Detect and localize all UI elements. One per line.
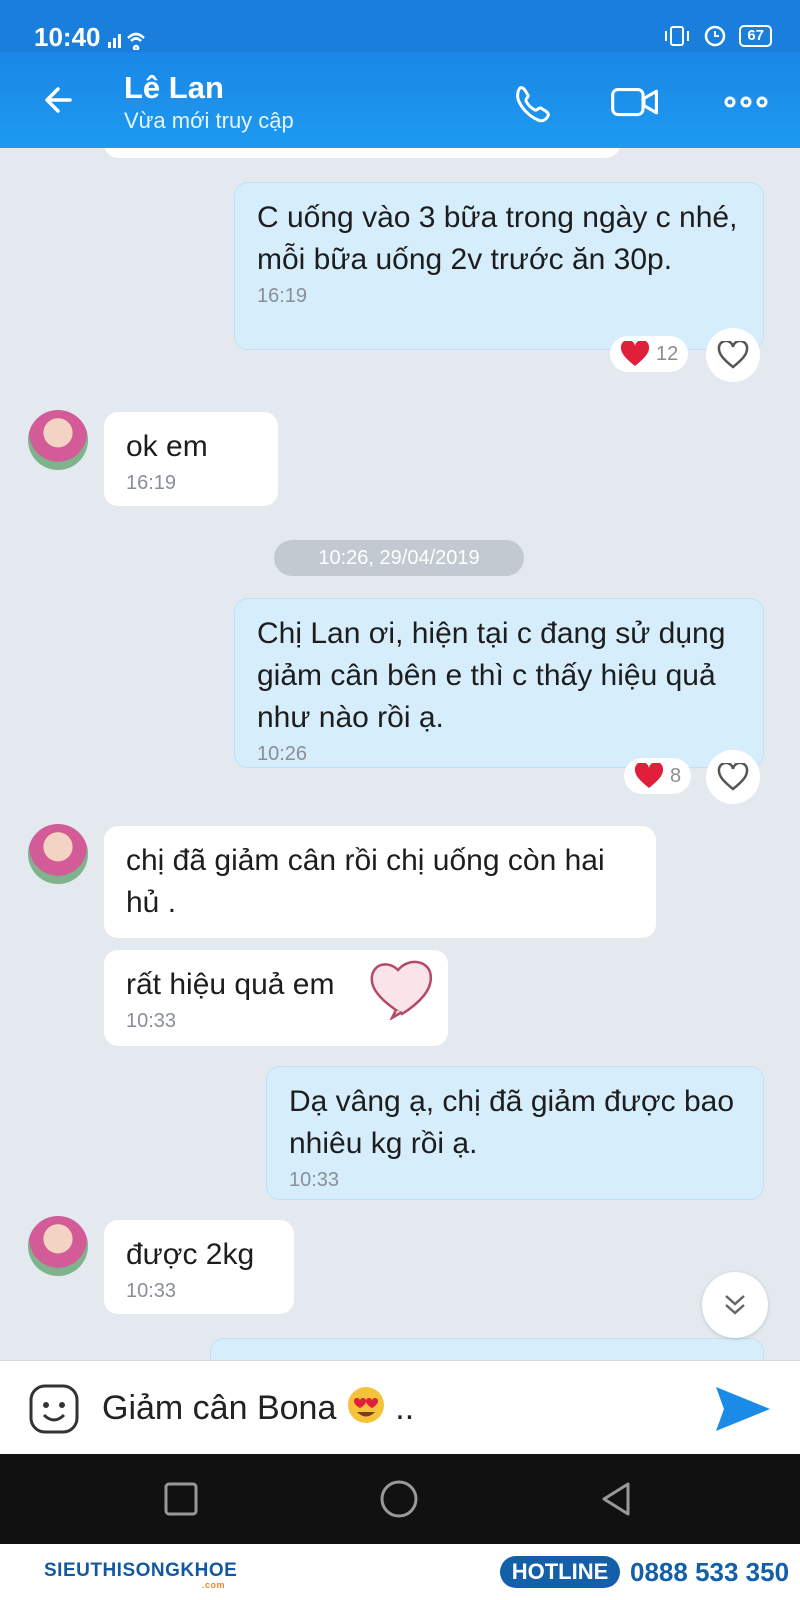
status-bar: 10:40 67 bbox=[0, 0, 800, 52]
like-button[interactable] bbox=[706, 750, 760, 804]
message-text: ok em bbox=[126, 430, 208, 463]
avatar[interactable] bbox=[28, 410, 88, 470]
brand-logo: SIEUTHISONGKHOE .com bbox=[44, 1560, 238, 1590]
system-nav-bar bbox=[0, 1454, 800, 1544]
message-text: rất hiệu quả em bbox=[126, 968, 335, 1001]
contact-name[interactable]: Lê Lan bbox=[124, 70, 224, 106]
message-bubble-outgoing[interactable]: Chị Lan ơi, hiện tại c đang sử dụng giảm… bbox=[234, 598, 764, 768]
more-options-icon[interactable] bbox=[722, 80, 772, 124]
message-time: 10:33 bbox=[126, 1280, 177, 1302]
reaction-count: 8 bbox=[670, 764, 682, 787]
back-arrow-icon[interactable] bbox=[40, 80, 80, 120]
brand-name: SIEUTHISONGKHOE bbox=[44, 1560, 238, 1581]
message-bubble-outgoing[interactable]: C uống vào 3 bữa trong ngày c nhé, mỗi b… bbox=[234, 182, 764, 350]
reaction-summary[interactable]: 8 bbox=[624, 758, 692, 794]
video-call-icon[interactable] bbox=[610, 80, 660, 124]
date-separator: 10:26, 29/04/2019 bbox=[274, 540, 524, 576]
message-text: chị đã giảm cân rồi chị uống còn hai hủ … bbox=[126, 844, 605, 919]
sticker-emoji-icon[interactable] bbox=[28, 1383, 80, 1435]
reaction-count: 12 bbox=[656, 342, 679, 365]
like-button[interactable] bbox=[706, 328, 760, 382]
heart-eyes-emoji-icon bbox=[347, 1387, 384, 1423]
contact-status: Vừa mới truy cập bbox=[124, 108, 294, 133]
heart-reaction-icon bbox=[620, 341, 650, 366]
hotline-number[interactable]: 0888 533 350 bbox=[630, 1556, 789, 1588]
back-icon[interactable] bbox=[596, 1478, 638, 1520]
alarm-icon bbox=[705, 25, 726, 47]
message-bubble-incoming[interactable]: được 2kg 10:33 bbox=[104, 1220, 294, 1314]
message-time: 16:19 bbox=[126, 472, 177, 494]
heart-outline-icon bbox=[717, 341, 749, 369]
heart-outline-icon bbox=[717, 763, 749, 791]
message-input-suffix: .. bbox=[395, 1389, 415, 1427]
signal-wifi-icon bbox=[108, 32, 145, 50]
reaction-summary[interactable]: 12 bbox=[610, 336, 689, 372]
message-input[interactable]: Giảm cân Bona .. bbox=[102, 1381, 414, 1435]
recent-apps-icon[interactable] bbox=[160, 1478, 202, 1520]
message-bubble-outgoing[interactable]: Dạ vâng ạ, chị đã giảm được bao nhiêu kg… bbox=[266, 1066, 764, 1200]
home-icon[interactable] bbox=[378, 1478, 420, 1520]
message-bubble-incoming[interactable]: ok em 16:19 bbox=[104, 412, 278, 506]
message-time: 10:33 bbox=[289, 1169, 340, 1191]
message-text: Dạ vâng ạ, chị đã giảm được bao nhiêu kg… bbox=[289, 1085, 735, 1160]
message-bubble-cut-off bbox=[104, 148, 620, 158]
avatar[interactable] bbox=[28, 824, 88, 884]
send-icon[interactable] bbox=[714, 1385, 772, 1433]
call-phone-icon[interactable] bbox=[508, 80, 558, 124]
scroll-to-bottom-button[interactable] bbox=[702, 1272, 768, 1338]
message-text: Chị Lan ơi, hiện tại c đang sử dụng giảm… bbox=[257, 617, 726, 734]
footer-banner: SIEUTHISONGKHOE .com HOTLINE 0888 533 35… bbox=[0, 1544, 800, 1600]
message-text: được 2kg bbox=[126, 1238, 255, 1271]
heart-sticker-icon bbox=[370, 960, 433, 1020]
brand-domain: .com bbox=[202, 1580, 226, 1590]
avatar[interactable] bbox=[28, 1216, 88, 1276]
message-input-text: Giảm cân Bona bbox=[102, 1389, 337, 1427]
heart-reaction-icon bbox=[634, 763, 664, 788]
message-bubble-incoming[interactable]: chị đã giảm cân rồi chị uống còn hai hủ … bbox=[104, 826, 656, 938]
status-icons: 67 bbox=[663, 24, 772, 48]
chat-header: Lê Lan Vừa mới truy cập bbox=[0, 52, 800, 148]
status-time: 10:40 bbox=[34, 22, 101, 52]
double-chevron-down-icon bbox=[725, 1295, 745, 1315]
message-bubble-cut-off bbox=[210, 1338, 764, 1360]
message-composer: Giảm cân Bona .. bbox=[0, 1360, 800, 1454]
vibrate-icon bbox=[665, 26, 690, 46]
chat-area[interactable]: C uống vào 3 bữa trong ngày c nhé, mỗi b… bbox=[0, 148, 800, 1360]
message-time: 16:19 bbox=[257, 285, 308, 307]
battery-indicator: 67 bbox=[739, 25, 772, 47]
hotline-label: HOTLINE bbox=[500, 1556, 620, 1588]
message-text: C uống vào 3 bữa trong ngày c nhé, mỗi b… bbox=[257, 201, 738, 276]
